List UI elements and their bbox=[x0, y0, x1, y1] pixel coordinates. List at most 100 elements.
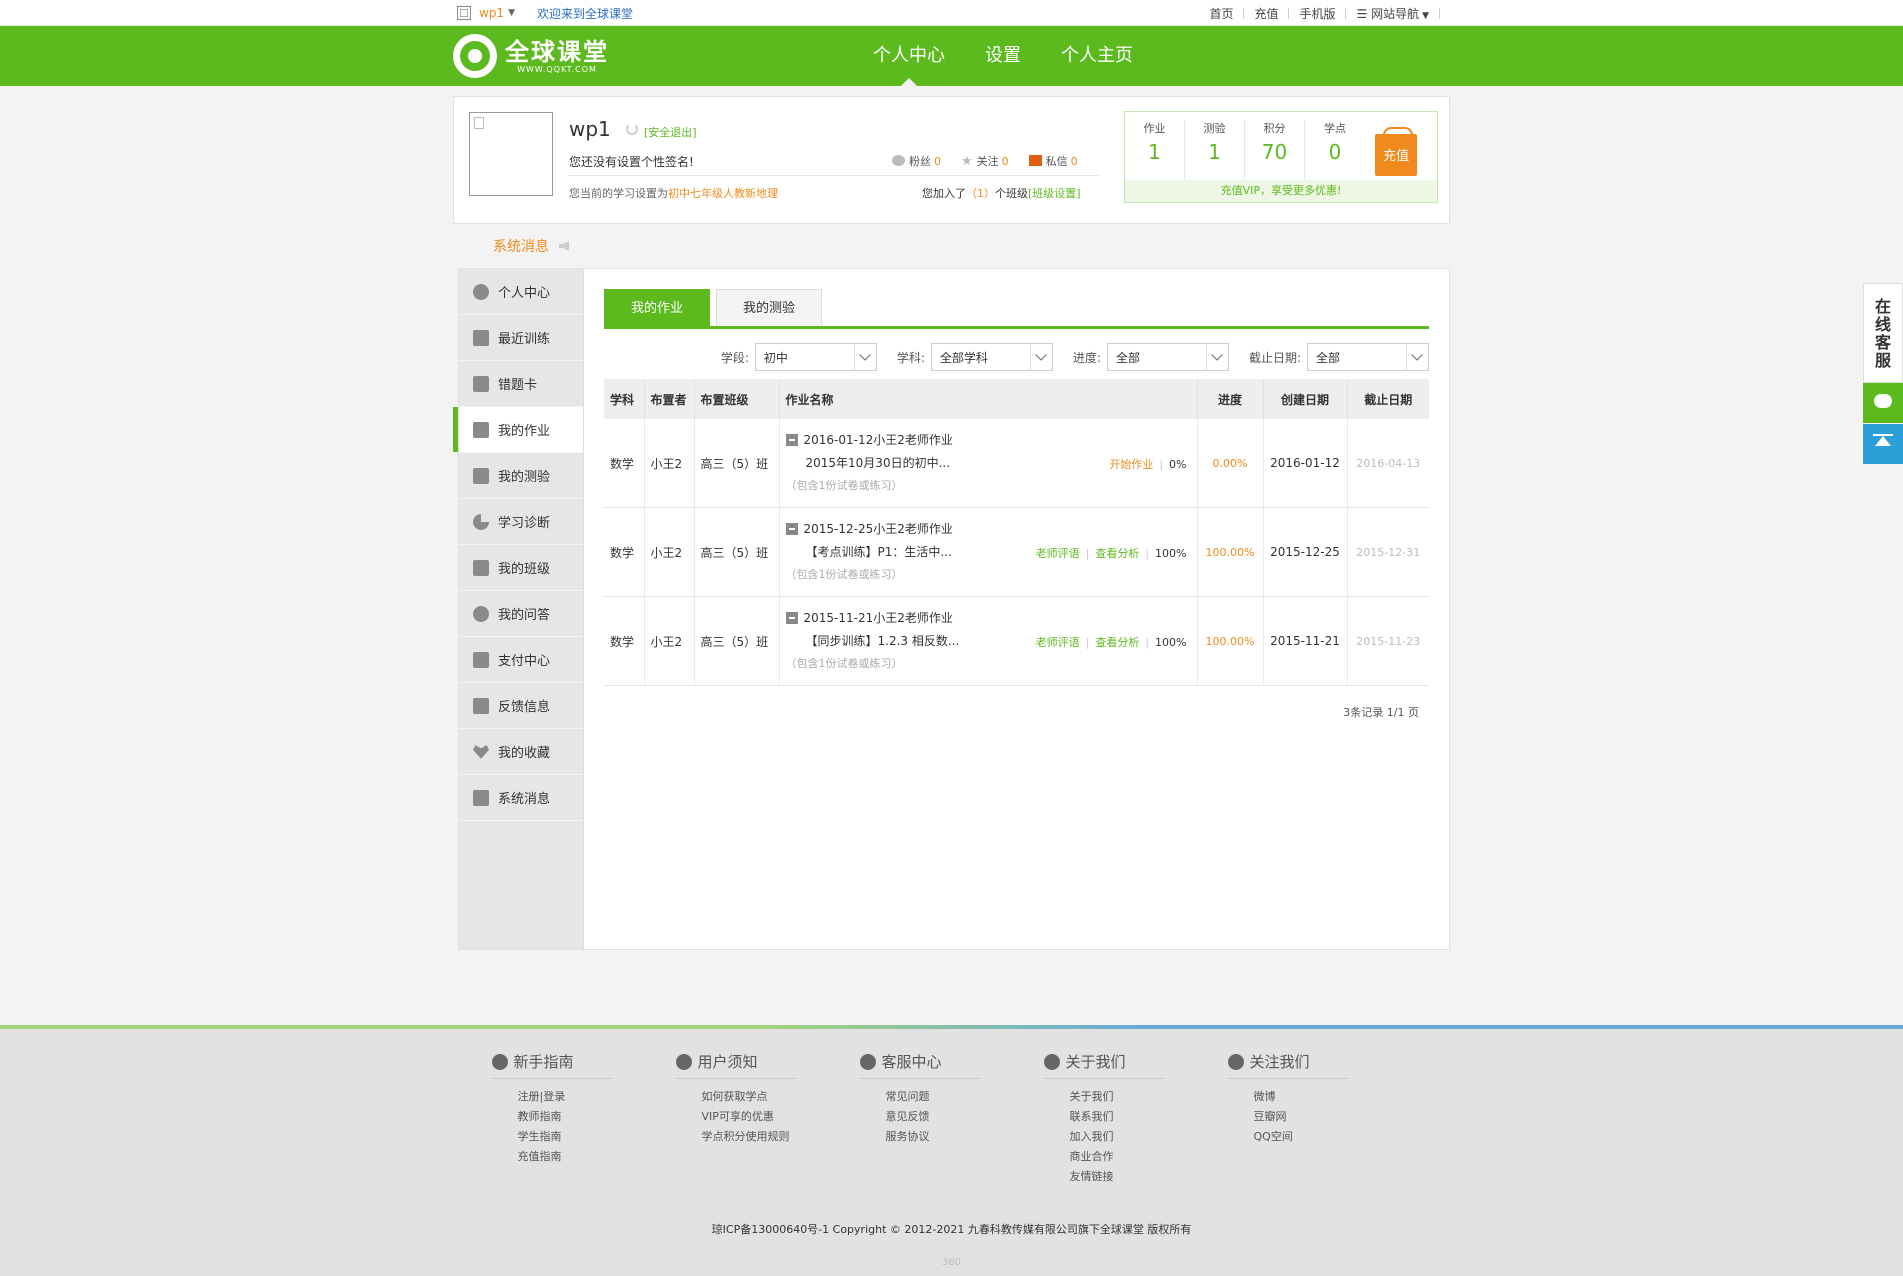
footer-link[interactable]: 注册|登录 bbox=[518, 1087, 676, 1107]
homework-note: （包含1份试卷或练习） bbox=[785, 479, 903, 492]
footer-link[interactable]: 学点积分使用规则 bbox=[702, 1127, 860, 1147]
link-site-nav[interactable]: ☰ 网站导航 ▼ bbox=[1356, 5, 1429, 22]
online-service-button[interactable]: 在线客服 bbox=[1863, 283, 1903, 383]
collapse-icon[interactable] bbox=[785, 433, 798, 446]
cell-teacher: 小王2 bbox=[644, 507, 695, 597]
footer-link[interactable]: 商业合作 bbox=[1070, 1147, 1228, 1167]
view-analysis-link[interactable]: 查看分析 bbox=[1095, 545, 1139, 561]
tab-my-quiz[interactable]: 我的测验 bbox=[716, 289, 822, 326]
chat-icon[interactable] bbox=[1863, 383, 1903, 423]
footer-link[interactable]: 联系我们 bbox=[1070, 1107, 1228, 1127]
logo-url: WWW.QQKT.COM bbox=[517, 64, 597, 74]
cell-progress: 100.00% bbox=[1197, 507, 1264, 597]
sidebar-item-error-card[interactable]: 错题卡 bbox=[459, 361, 583, 407]
teacher-comment-link[interactable]: 老师评语 bbox=[1036, 634, 1080, 650]
tab-my-homework[interactable]: 我的作业 bbox=[604, 289, 710, 326]
sidebar-item-diagnosis[interactable]: 学习诊断 bbox=[459, 499, 583, 545]
chevron-down-icon bbox=[1029, 344, 1052, 370]
sidebar-item-my-class[interactable]: 我的班级 bbox=[459, 545, 583, 591]
nav-personal-center[interactable]: 个人中心 bbox=[873, 26, 945, 86]
sidebar-item-recent-training[interactable]: 最近训练 bbox=[459, 315, 583, 361]
logout-link[interactable]: [安全退出] bbox=[644, 124, 697, 140]
cell-teacher: 小王2 bbox=[644, 596, 695, 686]
nav-settings[interactable]: 设置 bbox=[985, 26, 1021, 86]
footer-link[interactable]: 豆瓣网 bbox=[1254, 1107, 1412, 1127]
footer-link[interactable]: 关于我们 bbox=[1070, 1087, 1228, 1107]
heart-icon bbox=[473, 745, 489, 759]
footer-link[interactable]: 如何获取学点 bbox=[702, 1087, 860, 1107]
back-to-top-icon[interactable] bbox=[1863, 424, 1903, 464]
footer-link[interactable]: 加入我们 bbox=[1070, 1127, 1228, 1147]
feedback-icon bbox=[473, 697, 489, 714]
study-value[interactable]: 初中七年级人教新地理 bbox=[668, 187, 778, 200]
sidebar-item-system-messages[interactable]: 系统消息 bbox=[459, 775, 583, 821]
homework-title[interactable]: 2016-01-12小王2老师作业 bbox=[804, 431, 953, 448]
deadline-select[interactable]: 全部 bbox=[1307, 343, 1429, 371]
compass-icon bbox=[491, 1053, 508, 1070]
footer-link[interactable]: 教师指南 bbox=[518, 1107, 676, 1127]
footer-link[interactable]: 意见反馈 bbox=[886, 1107, 1044, 1127]
footer-link[interactable]: 友情链接 bbox=[1070, 1167, 1228, 1187]
main-nav: 个人中心 设置 个人主页 bbox=[873, 26, 1133, 86]
stage-select[interactable]: 初中 bbox=[754, 343, 877, 371]
nav-homepage[interactable]: 个人主页 bbox=[1061, 26, 1133, 86]
user-menu[interactable]: wp1 bbox=[479, 6, 504, 20]
study-prefix: 您当前的学习设置为 bbox=[569, 187, 668, 200]
class-settings-link[interactable]: [班级设置] bbox=[1028, 187, 1081, 200]
fans-stat[interactable]: 粉丝 0 bbox=[892, 153, 941, 169]
vip-promo[interactable]: 充值VIP，享受更多优惠! bbox=[1125, 180, 1437, 202]
footer-link[interactable]: QQ空间 bbox=[1254, 1127, 1412, 1147]
footer-link[interactable]: 微博 bbox=[1254, 1087, 1412, 1107]
collapse-icon[interactable] bbox=[785, 522, 798, 535]
sidebar-item-feedback[interactable]: 反馈信息 bbox=[459, 683, 583, 729]
footer-link[interactable]: VIP可享的优惠 bbox=[702, 1107, 860, 1127]
footer-link[interactable]: 常见问题 bbox=[886, 1087, 1044, 1107]
score-credits[interactable]: 学点 0 bbox=[1305, 120, 1365, 180]
homework-title[interactable]: 2015-11-21小王2老师作业 bbox=[804, 609, 953, 626]
follow-stat[interactable]: ★ 关注 0 bbox=[961, 153, 1009, 169]
collapse-icon[interactable] bbox=[785, 611, 798, 624]
logo[interactable]: 全球课堂 WWW.QQKT.COM bbox=[453, 34, 873, 78]
done-percent: 100% bbox=[1155, 635, 1187, 649]
footer-link[interactable]: 充值指南 bbox=[518, 1147, 676, 1167]
progress-select[interactable]: 全部 bbox=[1106, 343, 1229, 371]
filter-label: 进度: bbox=[1072, 350, 1101, 365]
sidebar-item-label: 我的班级 bbox=[498, 562, 551, 577]
score-quiz[interactable]: 测验 1 bbox=[1185, 120, 1245, 180]
homework-title[interactable]: 2015-12-25小王2老师作业 bbox=[804, 520, 953, 537]
tab-bar: 我的作业 我的测验 bbox=[604, 289, 1429, 329]
link-mobile[interactable]: 手机版 bbox=[1299, 5, 1335, 22]
sidebar-item-my-homework[interactable]: 我的作业 bbox=[453, 407, 583, 453]
message-stat[interactable]: 私信 0 bbox=[1028, 153, 1078, 169]
favorite-icon[interactable] bbox=[457, 6, 471, 20]
sidebar-item-my-quiz[interactable]: 我的测验 bbox=[459, 453, 583, 499]
subject-select[interactable]: 全部学科 bbox=[930, 343, 1053, 371]
footer-link[interactable]: 学生指南 bbox=[518, 1127, 676, 1147]
divider: | bbox=[1145, 635, 1150, 649]
link-home[interactable]: 首页 bbox=[1209, 5, 1233, 22]
view-analysis-link[interactable]: 查看分析 bbox=[1095, 634, 1139, 650]
divider bbox=[1345, 7, 1347, 19]
start-homework-link[interactable]: 开始作业 bbox=[1109, 456, 1153, 472]
homework-note: （包含1份试卷或练习） bbox=[785, 657, 903, 670]
logo-title: 全球课堂 bbox=[505, 37, 609, 66]
score-homework[interactable]: 作业 1 bbox=[1125, 120, 1185, 180]
footer-col-follow: 关注我们 微博 豆瓣网 QQ空间 bbox=[1227, 1051, 1412, 1187]
link-recharge[interactable]: 充值 bbox=[1254, 5, 1278, 22]
sidebar-item-personal-center[interactable]: 个人中心 bbox=[459, 269, 583, 315]
teacher-comment-link[interactable]: 老师评语 bbox=[1036, 545, 1080, 561]
score-label: 积分 bbox=[1263, 122, 1286, 135]
footer-link[interactable]: 服务协议 bbox=[886, 1127, 1044, 1147]
score-points[interactable]: 积分 70 bbox=[1245, 120, 1305, 180]
system-message-title[interactable]: 系统消息 bbox=[493, 236, 549, 256]
cell-class: 高三（5）班 bbox=[694, 596, 780, 686]
sidebar-item-my-questions[interactable]: 我的问答 bbox=[459, 591, 583, 637]
col-subject: 学科 bbox=[604, 379, 645, 419]
avatar[interactable] bbox=[469, 112, 553, 196]
cell-class: 高三（5）班 bbox=[694, 419, 780, 508]
chevron-down-icon[interactable]: ▼ bbox=[508, 8, 515, 18]
signature-text[interactable]: 您还没有设置个性签名! bbox=[569, 153, 694, 170]
recharge-button[interactable]: 充值 bbox=[1375, 127, 1417, 176]
sidebar-item-favorites[interactable]: 我的收藏 bbox=[459, 729, 583, 775]
sidebar-item-payment[interactable]: 支付中心 bbox=[459, 637, 583, 683]
